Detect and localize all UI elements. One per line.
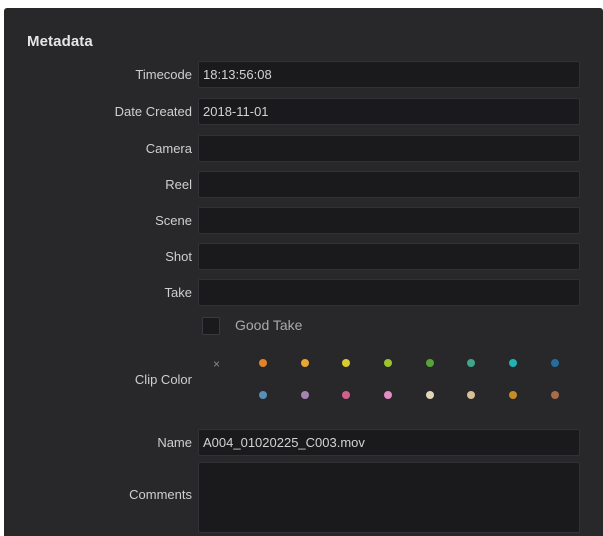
comments-label: Comments	[129, 487, 192, 502]
timecode-label: Timecode	[135, 67, 192, 82]
shot-label: Shot	[165, 249, 192, 264]
timecode-field[interactable]	[198, 61, 580, 88]
clip-color-swatch-row1-8[interactable]	[551, 359, 559, 367]
clip-color-swatch-row1-3[interactable]	[342, 359, 350, 367]
clip-color-swatch-row1-6[interactable]	[467, 359, 475, 367]
clip-color-swatch-row2-1[interactable]	[259, 391, 267, 399]
reel-field[interactable]	[198, 171, 580, 198]
clip-color-swatch-row1-7[interactable]	[509, 359, 517, 367]
shot-field[interactable]	[198, 243, 580, 270]
clip-color-swatch-row2-2[interactable]	[301, 391, 309, 399]
clip-color-swatch-row1-2[interactable]	[301, 359, 309, 367]
camera-label: Camera	[145, 141, 192, 156]
metadata-panel: Metadata Timecode Date Created Camera Re…	[4, 8, 603, 536]
clip-color-label: Clip Color	[134, 372, 192, 387]
take-label: Take	[164, 285, 192, 300]
clip-color-swatch-row2-6[interactable]	[467, 391, 475, 399]
clip-color-swatch-row1-4[interactable]	[384, 359, 392, 367]
clip-color-swatch-row2-4[interactable]	[384, 391, 392, 399]
name-field[interactable]	[198, 429, 580, 456]
reel-label: Reel	[165, 177, 192, 192]
clip-color-swatch-row2-3[interactable]	[342, 391, 350, 399]
clip-color-swatch-row2-5[interactable]	[426, 391, 434, 399]
clip-color-swatch-row2-8[interactable]	[551, 391, 559, 399]
clip-color-swatch-row2-7[interactable]	[509, 391, 517, 399]
camera-field[interactable]	[198, 135, 580, 162]
take-field[interactable]	[198, 279, 580, 306]
good-take-label: Good Take	[235, 317, 303, 333]
name-label: Name	[157, 435, 192, 450]
panel-title: Metadata	[27, 33, 93, 50]
clip-color-none-swatch[interactable]: ×	[213, 357, 220, 371]
date-created-label: Date Created	[114, 104, 192, 119]
scene-label: Scene	[155, 213, 192, 228]
scene-field[interactable]	[198, 207, 580, 234]
comments-field[interactable]	[198, 462, 580, 533]
good-take-checkbox[interactable]	[202, 317, 220, 335]
clip-color-swatch-row1-5[interactable]	[426, 359, 434, 367]
date-created-field[interactable]	[198, 98, 580, 125]
clip-color-swatch-row1-1[interactable]	[259, 359, 267, 367]
